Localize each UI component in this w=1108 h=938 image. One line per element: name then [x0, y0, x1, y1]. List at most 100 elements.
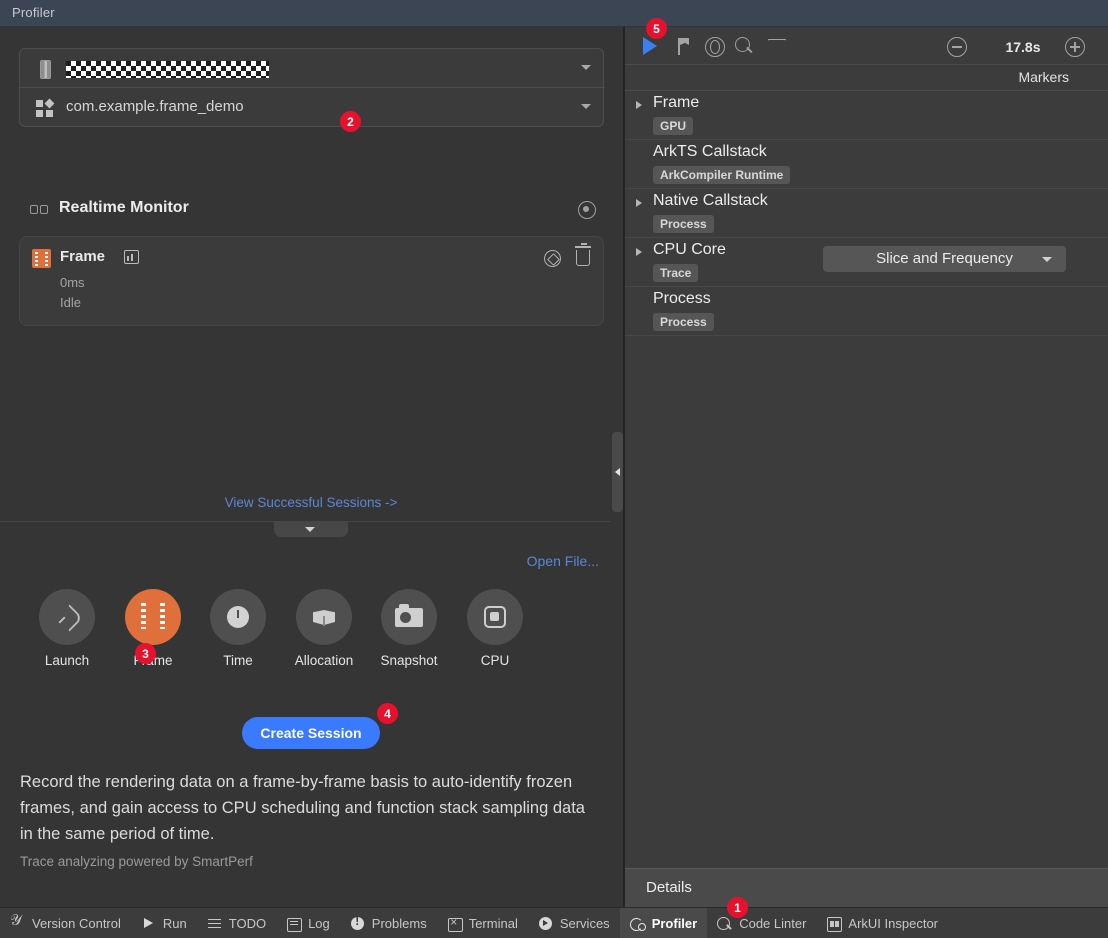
arkui-inspector-icon [826, 916, 843, 932]
search-icon[interactable] [735, 37, 755, 57]
mode-cpu[interactable]: CPU [452, 589, 538, 668]
view-successful-sessions-link[interactable]: View Successful Sessions -> [0, 495, 622, 510]
mode-snapshot[interactable]: Snapshot [366, 589, 452, 668]
todo-icon [207, 916, 222, 931]
status-item-label: Problems [371, 915, 427, 931]
frame-film-icon [32, 249, 51, 268]
create-session-button[interactable]: Create Session [242, 717, 380, 749]
session-state: Idle [60, 295, 81, 310]
realtime-monitor-title: Realtime Monitor [59, 199, 189, 216]
status-item-label: Services [559, 915, 610, 931]
chevron-down-icon[interactable] [581, 104, 591, 109]
status-item-label: ArkUI Inspector [848, 915, 939, 931]
target-gear-icon[interactable] [578, 201, 596, 219]
profiler-window: Profiler com.example.frame_demo Realtime… [0, 0, 1108, 938]
track-row-frame[interactable]: Frame GPU [625, 91, 1108, 140]
run-icon [141, 916, 156, 931]
right-panel: 17.8s Markers Frame GPU ArkTS Callstack … [625, 27, 1108, 907]
rocket-icon [56, 606, 78, 628]
splitter-grip[interactable] [612, 432, 623, 512]
track-name: ArkTS Callstack [653, 143, 767, 160]
annotation-badge-3: 3 [135, 643, 156, 664]
mode-time[interactable]: Time [195, 589, 281, 668]
cube-icon [313, 605, 335, 629]
status-item-problems[interactable]: Problems [340, 908, 437, 938]
apps-grid-icon [34, 97, 56, 119]
mode-label: Allocation [294, 653, 354, 668]
open-file-link[interactable]: Open File... [527, 553, 599, 569]
target-selector-group: com.example.frame_demo [19, 48, 605, 127]
flag-icon[interactable] [675, 37, 695, 57]
status-item-label: Version Control [32, 915, 121, 931]
trace-track-list: Frame GPU ArkTS Callstack ArkCompiler Ru… [625, 91, 1108, 336]
status-item-label: Profiler [651, 915, 698, 931]
expand-triangle-icon[interactable] [636, 199, 642, 207]
markers-row: Markers [625, 65, 1108, 91]
track-tag: Process [653, 215, 714, 233]
session-duration: 0ms [60, 275, 85, 290]
status-item-code-linter[interactable]: Code Linter [707, 908, 816, 938]
log-icon [286, 916, 303, 932]
device-name-masked [66, 61, 269, 78]
mode-label: Launch [44, 653, 90, 668]
mode-label: CPU [480, 653, 510, 668]
details-bar[interactable]: Details [625, 868, 1108, 907]
track-tag: Process [653, 313, 714, 331]
play-icon[interactable] [643, 37, 657, 55]
status-item-todo[interactable]: TODO [197, 908, 276, 938]
chevron-down-icon[interactable] [581, 65, 591, 70]
track-name: CPU Core [653, 241, 726, 258]
status-item-terminal[interactable]: Terminal [437, 908, 528, 938]
trace-toolbar: 17.8s [625, 27, 1108, 65]
profiler-icon [629, 916, 646, 931]
app-package-name: com.example.frame_demo [66, 98, 244, 115]
device-selector[interactable] [20, 49, 605, 88]
mode-allocation[interactable]: Allocation [281, 589, 367, 668]
chart-icon[interactable] [124, 250, 139, 264]
track-name: Process [653, 290, 711, 307]
mode-label: Time [223, 653, 253, 668]
track-row-cpu-core[interactable]: CPU Core Trace Slice and Frequency [625, 238, 1108, 287]
session-card-frame[interactable]: Frame 0ms Idle [19, 236, 604, 326]
expand-triangle-icon[interactable] [636, 101, 642, 109]
profiler-modes: Launch Frame Time Allocation Snapshot CP… [24, 589, 584, 689]
chevron-down-icon [1042, 257, 1052, 262]
status-item-label: Code Linter [739, 915, 807, 931]
status-item-arkui-inspector[interactable]: ArkUI Inspector [816, 908, 948, 938]
collapse-tab[interactable] [274, 521, 348, 537]
status-item-run[interactable]: Run [131, 908, 197, 938]
globe-icon[interactable] [705, 37, 725, 57]
cpu-core-mode-select[interactable]: Slice and Frequency [823, 246, 1066, 272]
expand-triangle-icon[interactable] [636, 248, 642, 256]
panel-splitter[interactable] [610, 27, 624, 907]
mode-label: Snapshot [380, 653, 438, 668]
status-item-services[interactable]: Services [528, 908, 620, 938]
app-selector[interactable]: com.example.frame_demo [20, 88, 605, 127]
services-icon [538, 916, 553, 931]
collapse-left-icon [615, 468, 620, 476]
left-panel: com.example.frame_demo Realtime Monitor … [0, 27, 622, 907]
terminal-icon [447, 915, 463, 932]
track-row-process[interactable]: Process Process [625, 287, 1108, 336]
status-item-profiler[interactable]: Profiler [619, 907, 708, 938]
chevron-down-icon [305, 527, 315, 532]
trash-icon[interactable] [575, 243, 591, 266]
camera-icon [395, 604, 423, 627]
locate-icon[interactable] [544, 250, 561, 267]
track-row-native-callstack[interactable]: Native Callstack Process [625, 189, 1108, 238]
status-item-log[interactable]: Log [276, 908, 340, 938]
window-title: Profiler [12, 5, 55, 20]
track-row-arkts-callstack[interactable]: ArkTS Callstack ArkCompiler Runtime [625, 140, 1108, 189]
status-item-version-control[interactable]: Version Control [0, 908, 131, 938]
details-label: Details [646, 879, 692, 896]
clock-icon [227, 606, 249, 628]
mode-description: Record the rendering data on a frame-by-… [20, 773, 585, 843]
track-name: Frame [653, 94, 700, 111]
filter-icon[interactable] [767, 37, 787, 57]
window-titlebar: Profiler [0, 0, 1108, 27]
status-item-label: Log [308, 915, 330, 931]
mode-launch[interactable]: Launch [24, 589, 110, 668]
zoom-out-icon[interactable] [947, 37, 967, 57]
device-icon [34, 58, 56, 80]
zoom-in-icon[interactable] [1065, 37, 1085, 57]
